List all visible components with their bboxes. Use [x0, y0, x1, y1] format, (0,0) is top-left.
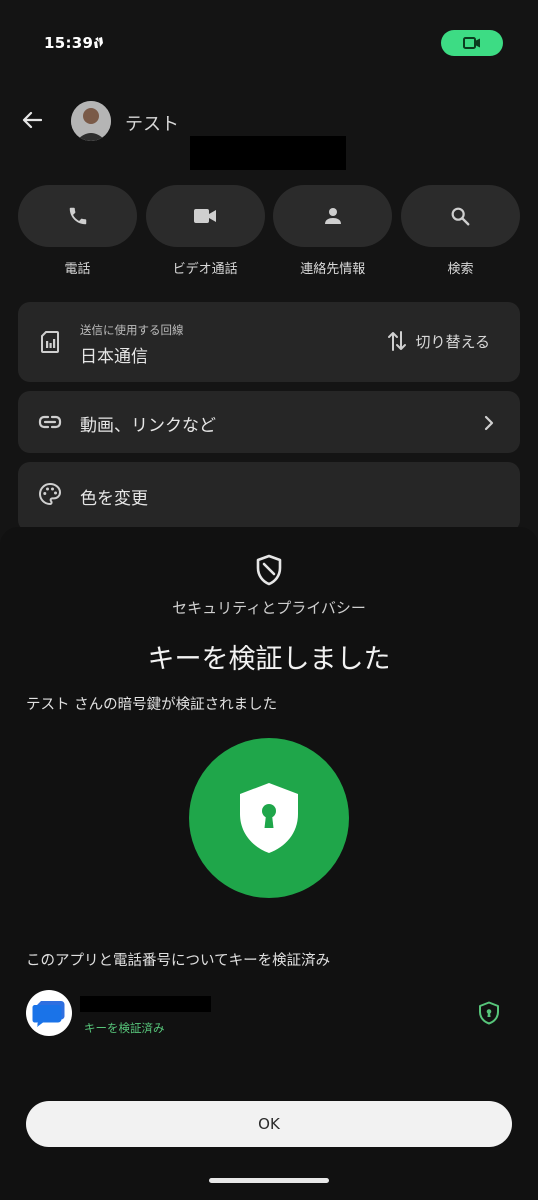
sheet-caption: セキュリティとプライバシー — [172, 599, 366, 617]
home-indicator[interactable] — [209, 1178, 329, 1183]
search-icon — [452, 207, 470, 226]
verified-heading: このアプリと電話番号についてキーを検証済み — [26, 953, 331, 969]
action-call[interactable]: 電話 — [18, 185, 137, 277]
messages-app-icon — [26, 990, 72, 1036]
phone-icon — [69, 207, 86, 225]
action-contact-info[interactable]: 連絡先情報 — [273, 185, 393, 277]
sim-card-icon — [38, 330, 62, 354]
link-icon — [38, 410, 62, 434]
shield-keyhole-icon — [240, 783, 298, 853]
status-bar: 15:39 — [0, 0, 538, 80]
media-links-card[interactable]: 動画、リンクなど — [18, 391, 520, 453]
search-button[interactable] — [400, 185, 520, 247]
call-label: 電話 — [64, 262, 91, 277]
swap-vertical-icon — [388, 331, 407, 351]
change-color-card[interactable]: 色を変更 — [18, 462, 520, 532]
ongoing-call-pill[interactable] — [441, 30, 503, 56]
search-label: 検索 — [447, 262, 474, 277]
back-arrow-icon — [22, 111, 42, 129]
video-camera-icon — [463, 37, 480, 49]
redacted-block — [80, 996, 211, 1012]
messages-icon — [32, 1001, 65, 1027]
contact-name: テスト — [125, 114, 179, 135]
video-call-label: ビデオ通話 — [172, 262, 238, 277]
ok-button[interactable]: OK — [26, 1101, 512, 1147]
action-video[interactable]: ビデオ通話 — [145, 185, 265, 277]
verified-shield-icon — [479, 1001, 499, 1025]
security-shield-icon — [256, 554, 282, 586]
status-time: 15:39 — [44, 34, 94, 52]
verified-status: キーを検証済み — [84, 1021, 165, 1035]
action-search[interactable]: 検索 — [400, 185, 520, 277]
sim-carrier: 日本通信 — [80, 347, 148, 367]
contact-avatar[interactable] — [71, 101, 111, 141]
contact-info-button[interactable] — [273, 185, 393, 247]
verified-badge — [189, 738, 349, 898]
sheet-description: テスト さんの暗号鍵が検証されました — [26, 697, 278, 713]
back-button[interactable] — [18, 106, 46, 134]
switch-sim-label: 切り替える — [415, 332, 490, 351]
palette-icon — [38, 482, 62, 506]
notification-icon — [94, 37, 103, 48]
sim-selector-card[interactable]: 送信に使用する回線 日本通信 切り替える — [18, 302, 520, 382]
change-color-label: 色を変更 — [80, 489, 148, 509]
sheet-title: キーを検証しました — [147, 644, 391, 675]
contact-info-label: 連絡先情報 — [300, 262, 366, 277]
call-button[interactable] — [18, 185, 137, 247]
media-links-label: 動画、リンクなど — [80, 416, 216, 436]
redacted-block — [190, 136, 346, 170]
sim-sub-label: 送信に使用する回線 — [80, 323, 184, 337]
chevron-right-icon — [484, 415, 494, 431]
key-verified-sheet: セキュリティとプライバシー キーを検証しました テスト さんの暗号鍵が検証されま… — [0, 527, 538, 1200]
video-call-button[interactable] — [145, 185, 265, 247]
person-icon — [324, 208, 341, 224]
video-icon — [194, 209, 217, 223]
avatar-photo — [71, 101, 111, 141]
switch-sim-button[interactable]: 切り替える — [387, 330, 490, 352]
action-row: 電話 ビデオ通話 連絡先情報 検索 — [18, 185, 520, 277]
